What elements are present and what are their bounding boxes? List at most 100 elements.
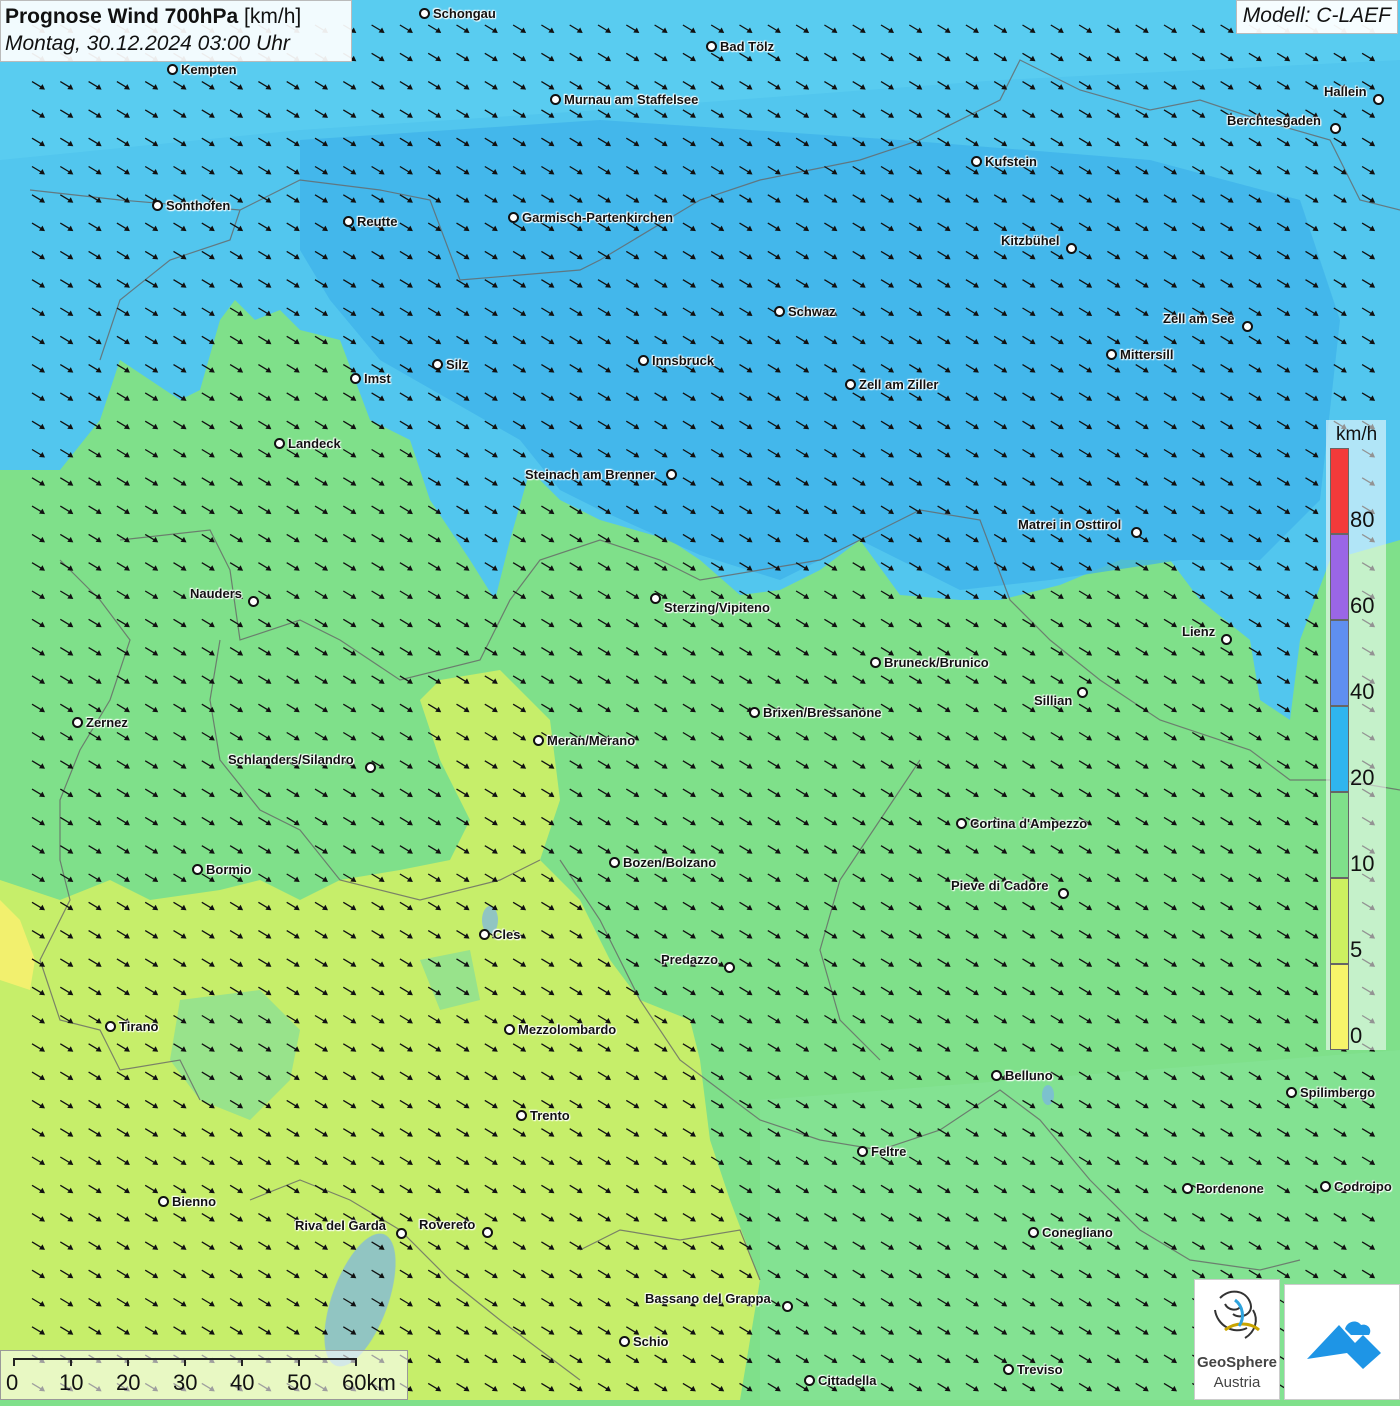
city-label: Zell am Ziller (859, 377, 939, 392)
legend-label: 20 (1350, 765, 1375, 790)
city-label: Mittersill (1120, 347, 1174, 362)
city-marker (533, 735, 544, 746)
city-label: Rovereto (419, 1217, 476, 1232)
legend-unit: km/h (1336, 424, 1378, 445)
legend-label: 10 (1350, 851, 1375, 876)
scale-label: 30 (173, 1370, 198, 1395)
city-label: Silz (446, 357, 469, 372)
city-marker (1131, 527, 1142, 538)
city-marker (192, 864, 203, 875)
city-marker (274, 438, 285, 449)
title-box: Prognose Wind 700hPa [km/h] Montag, 30.1… (0, 0, 352, 62)
city-label: Conegliano (1042, 1225, 1113, 1240)
scale-tick (70, 1358, 72, 1366)
legend-segment (1330, 964, 1349, 1050)
legend-segment (1330, 792, 1349, 878)
city-label: Predazzo (661, 952, 719, 967)
city-marker (508, 212, 519, 223)
city-marker (1182, 1183, 1193, 1194)
city-label: Steinach am Brenner (525, 467, 656, 482)
legend-label: 80 (1350, 507, 1375, 532)
city-label: Schio (633, 1334, 669, 1349)
city-marker (804, 1375, 815, 1386)
city-label: Hallein (1324, 84, 1367, 99)
forecast-datetime: Montag, 30.12.2024 03:00 Uhr (5, 32, 290, 55)
legend-label: 5 (1350, 937, 1363, 962)
city-label: Kempten (181, 62, 237, 77)
geosphere-emblem-icon (1214, 1290, 1260, 1339)
city-marker (1066, 243, 1077, 254)
city-label: Reutte (357, 214, 398, 229)
scale-tick (184, 1358, 186, 1366)
city-label: Mezzolombardo (518, 1022, 617, 1037)
city-marker (845, 379, 856, 390)
city-label: Riva del Garda (295, 1218, 387, 1233)
legend-segment (1330, 620, 1349, 706)
city-marker (365, 762, 376, 773)
scale-label: 40 (230, 1370, 255, 1395)
city-marker (419, 8, 430, 19)
city-marker (1028, 1227, 1039, 1238)
city-marker (650, 593, 661, 604)
legend-label: 0 (1350, 1023, 1363, 1048)
legend-segment (1330, 534, 1349, 620)
city-label: Imst (364, 371, 391, 386)
scale-label: 60km (342, 1370, 396, 1395)
city-marker (396, 1228, 407, 1239)
city-marker (638, 355, 649, 366)
scale-label: 20 (116, 1370, 141, 1395)
city-marker (1058, 888, 1069, 899)
city-marker (432, 359, 443, 370)
city-marker (991, 1070, 1002, 1081)
city-label: Garmisch-Partenkirchen (522, 210, 674, 225)
city-label: Bienno (172, 1194, 217, 1209)
city-label: Bozen/Bolzano (623, 855, 717, 870)
city-marker (1003, 1364, 1014, 1375)
city-label: Sillian (1034, 693, 1073, 708)
city-marker (479, 929, 490, 940)
legend-segment (1330, 448, 1349, 534)
city-label: Pieve di Cadore (951, 878, 1049, 893)
mountain-cloud-icon (1307, 1321, 1381, 1369)
model-label: Modell: C-LAEF (1235, 0, 1398, 34)
city-label: Spilimbergo (1300, 1085, 1376, 1100)
city-label: Cittadella (818, 1373, 877, 1388)
city-label: Meran/Merano (547, 733, 636, 748)
city-marker (516, 1110, 527, 1121)
city-marker (343, 216, 354, 227)
city-marker (152, 200, 163, 211)
legend-label: 60 (1350, 593, 1375, 618)
city-marker (619, 1336, 630, 1347)
city-label: Bassano del Grappa (645, 1291, 771, 1306)
city-marker (870, 657, 881, 668)
city-marker (774, 306, 785, 317)
city-label: Feltre (871, 1144, 907, 1159)
city-marker (158, 1196, 169, 1207)
city-label: Cles (493, 927, 521, 942)
city-label: Bormio (206, 862, 252, 877)
city-label: Schwaz (788, 304, 836, 319)
city-label: Murnau am Staffelsee (564, 92, 699, 107)
city-marker (749, 707, 760, 718)
city-marker (72, 717, 83, 728)
city-label: Trento (530, 1108, 570, 1123)
city-marker (609, 857, 620, 868)
city-marker (782, 1301, 793, 1312)
scale-tick (298, 1358, 300, 1366)
city-marker (1221, 634, 1232, 645)
city-marker (857, 1146, 868, 1157)
map-title: Prognose Wind 700hPa [km/h] (5, 5, 302, 28)
city-marker (482, 1227, 493, 1238)
city-marker (706, 41, 717, 52)
scale-tick (127, 1358, 129, 1366)
city-label: Pordenone (1196, 1181, 1264, 1196)
city-marker (550, 94, 561, 105)
city-marker (1242, 321, 1253, 332)
city-label: Innsbruck (652, 353, 715, 368)
city-label: Tirano (119, 1019, 159, 1034)
city-marker (666, 469, 677, 480)
legend-segment (1330, 706, 1349, 792)
city-label: Zell am See (1163, 311, 1235, 326)
city-label: Nauders (190, 586, 243, 601)
city-marker (956, 818, 967, 829)
